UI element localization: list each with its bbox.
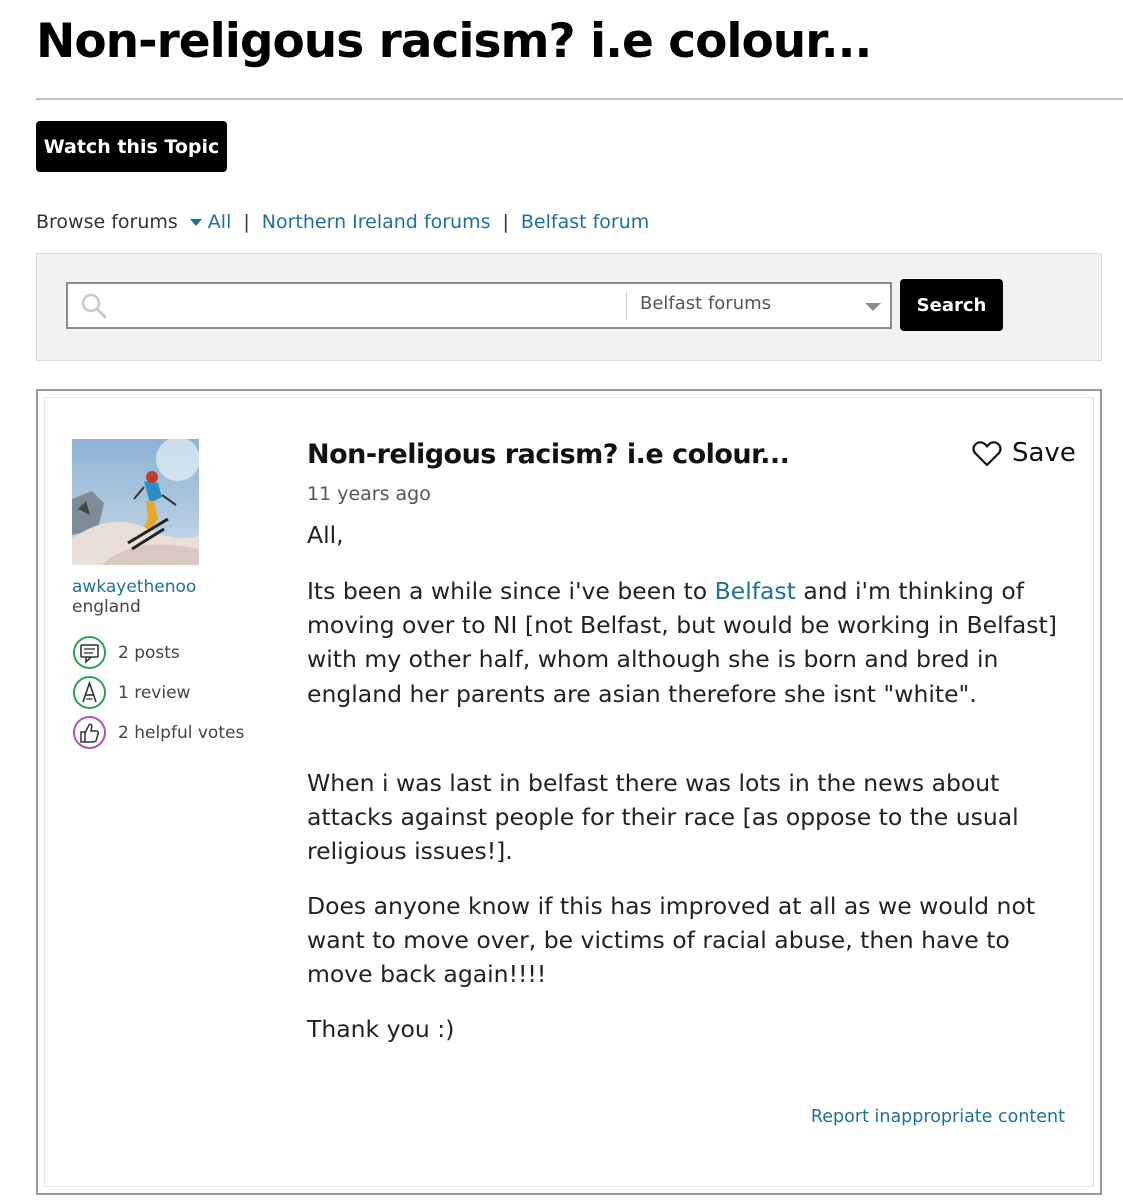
post-paragraph: Does anyone know if this has improved at… <box>307 892 1036 989</box>
posts-icon <box>73 636 106 669</box>
stat-reviews: 1 review <box>72 675 190 710</box>
browse-forums-label: Browse forums <box>36 211 178 233</box>
caret-down-icon[interactable] <box>189 218 202 226</box>
post-text: Its been a while since i've been to <box>307 577 715 605</box>
post-timestamp: 11 years ago <box>307 483 431 505</box>
search-icon <box>81 293 107 319</box>
username-link[interactable]: awkayethenoo <box>72 577 196 597</box>
post-inner: awkayethenoo england 2 posts 1 review 2 … <box>44 397 1094 1187</box>
belfast-link[interactable]: Belfast <box>715 577 796 605</box>
breadcrumb-separator: | <box>243 211 250 233</box>
post-paragraph: All, <box>307 521 344 549</box>
helpful-votes-icon <box>73 716 106 749</box>
user-location: england <box>72 597 141 617</box>
search-button[interactable]: Search <box>900 279 1003 331</box>
search-panel: Belfast forums Search <box>36 253 1102 361</box>
stat-helpful-votes: 2 helpful votes <box>72 715 244 750</box>
save-label: Save <box>1012 438 1076 468</box>
heart-icon <box>972 440 1002 466</box>
breadcrumb-northern-ireland-link[interactable]: Northern Ireland forums <box>262 211 491 233</box>
post-paragraph: When i was last in belfast there was lot… <box>307 769 1019 866</box>
breadcrumb: Browse forums All | Northern Ireland for… <box>36 211 649 233</box>
breadcrumb-separator: | <box>502 211 509 233</box>
search-box: Belfast forums <box>66 282 892 329</box>
report-content-link[interactable]: Report inappropriate content <box>811 1107 1065 1127</box>
stat-helpful-votes-label: 2 helpful votes <box>118 722 245 743</box>
chevron-down-icon[interactable] <box>865 303 881 311</box>
page-title: Non-religous racism? i.e colour... <box>36 14 872 69</box>
save-button[interactable]: Save <box>972 438 1076 468</box>
post-card: awkayethenoo england 2 posts 1 review 2 … <box>36 389 1102 1195</box>
post-title: Non-religous racism? i.e colour... <box>307 439 790 470</box>
stat-reviews-label: 1 review <box>118 682 191 703</box>
stat-posts: 2 posts <box>72 635 180 670</box>
stat-posts-label: 2 posts <box>118 642 180 663</box>
review-icon <box>73 676 106 709</box>
search-input[interactable] <box>116 290 621 321</box>
post-paragraph: Its been a while since i've been to Belf… <box>307 574 1072 711</box>
avatar-skier-image <box>72 439 199 565</box>
breadcrumb-belfast-link[interactable]: Belfast forum <box>521 211 649 233</box>
watch-topic-button[interactable]: Watch this Topic <box>36 121 227 172</box>
title-divider <box>36 98 1123 100</box>
breadcrumb-all-link[interactable]: All <box>208 211 232 233</box>
avatar[interactable] <box>72 439 199 565</box>
post-paragraph: Thank you :) <box>307 1015 455 1043</box>
search-divider <box>626 292 627 320</box>
forum-scope-select[interactable]: Belfast forums <box>640 293 771 314</box>
